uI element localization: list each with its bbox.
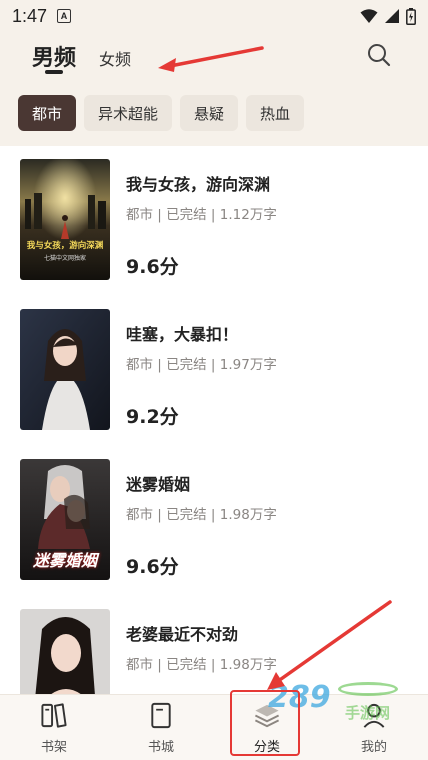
book-item[interactable]: 哇塞，大暴扣！ 都市 | 已完结 | 1.97万字 9.2分 — [0, 296, 428, 446]
status-time: 1:47 — [12, 5, 48, 26]
book-title[interactable]: 老婆最近不对劲 — [126, 621, 238, 645]
tab-male[interactable]: 男频 — [32, 40, 76, 72]
watermark-subtext: 手游网 — [345, 704, 391, 722]
battery-icon — [406, 7, 416, 25]
book-cover-title: 我与女孩，游向深渊 — [26, 241, 104, 251]
search-icon[interactable] — [366, 42, 392, 68]
book-cover[interactable]: 迷雾婚姻 — [20, 459, 110, 580]
book-score: 9.6分 — [126, 556, 179, 578]
category-chip-xuanyi[interactable]: 悬疑 — [180, 95, 239, 131]
active-tab-indicator — [45, 70, 63, 74]
status-bar: 1:47 A — [0, 0, 428, 32]
top-tab-bar: 男频 女频 — [0, 32, 428, 88]
book-cover-subtitle: 七猫中文网独家 — [43, 255, 86, 262]
book-title[interactable]: 迷雾婚姻 — [126, 471, 190, 495]
category-chip-dushi[interactable]: 都市 — [18, 95, 77, 131]
book-cover-title: 迷雾婚姻 — [32, 551, 97, 570]
book-meta: 都市 | 已完结 | 1.97万字 — [126, 357, 277, 373]
category-chip-yishu[interactable]: 异术超能 — [84, 95, 173, 131]
book-score: 9.6分 — [126, 256, 179, 278]
nav-bookstore-label: 书城 — [147, 740, 174, 755]
book-icon — [151, 702, 171, 729]
bookshelf-icon — [41, 703, 67, 728]
book-meta: 都市 | 已完结 | 1.12万字 — [126, 207, 277, 223]
annotation-highlight-box — [230, 690, 300, 756]
watermark-ring — [338, 682, 398, 696]
tab-female[interactable]: 女频 — [99, 46, 131, 70]
book-cover[interactable] — [20, 309, 110, 430]
nav-bookstore[interactable]: 书城 — [131, 701, 191, 755]
book-list: 我与女孩，游向深渊 七猫中文网独家 我与女孩，游向深渊 都市 | 已完结 | 1… — [0, 146, 428, 694]
signal-icon — [385, 9, 399, 23]
book-cover[interactable] — [20, 609, 110, 694]
notification-icon: A — [57, 9, 72, 23]
wifi-icon — [360, 9, 378, 23]
book-item[interactable]: 我与女孩，游向深渊 七猫中文网独家 我与女孩，游向深渊 都市 | 已完结 | 1… — [0, 146, 428, 296]
book-meta: 都市 | 已完结 | 1.98万字 — [126, 507, 277, 523]
nav-bookshelf[interactable]: 书架 — [24, 701, 84, 755]
book-cover[interactable]: 我与女孩，游向深渊 七猫中文网独家 — [20, 159, 110, 280]
book-title[interactable]: 我与女孩，游向深渊 — [126, 171, 270, 195]
book-cover-image — [20, 309, 110, 430]
category-chip-rexue[interactable]: 热血 — [246, 95, 305, 131]
nav-profile-label: 我的 — [360, 740, 387, 755]
book-meta: 都市 | 已完结 | 1.98万字 — [126, 657, 277, 673]
book-item[interactable]: 迷雾婚姻 迷雾婚姻 都市 | 已完结 | 1.98万字 9.6分 — [0, 446, 428, 596]
nav-bookshelf-label: 书架 — [40, 740, 67, 755]
book-title[interactable]: 哇塞，大暴扣！ — [126, 321, 238, 345]
category-chips: 都市 异术超能 悬疑 热血 — [18, 95, 305, 131]
book-cover-image — [20, 609, 110, 694]
status-indicators — [360, 7, 416, 25]
book-score: 9.2分 — [126, 406, 179, 428]
